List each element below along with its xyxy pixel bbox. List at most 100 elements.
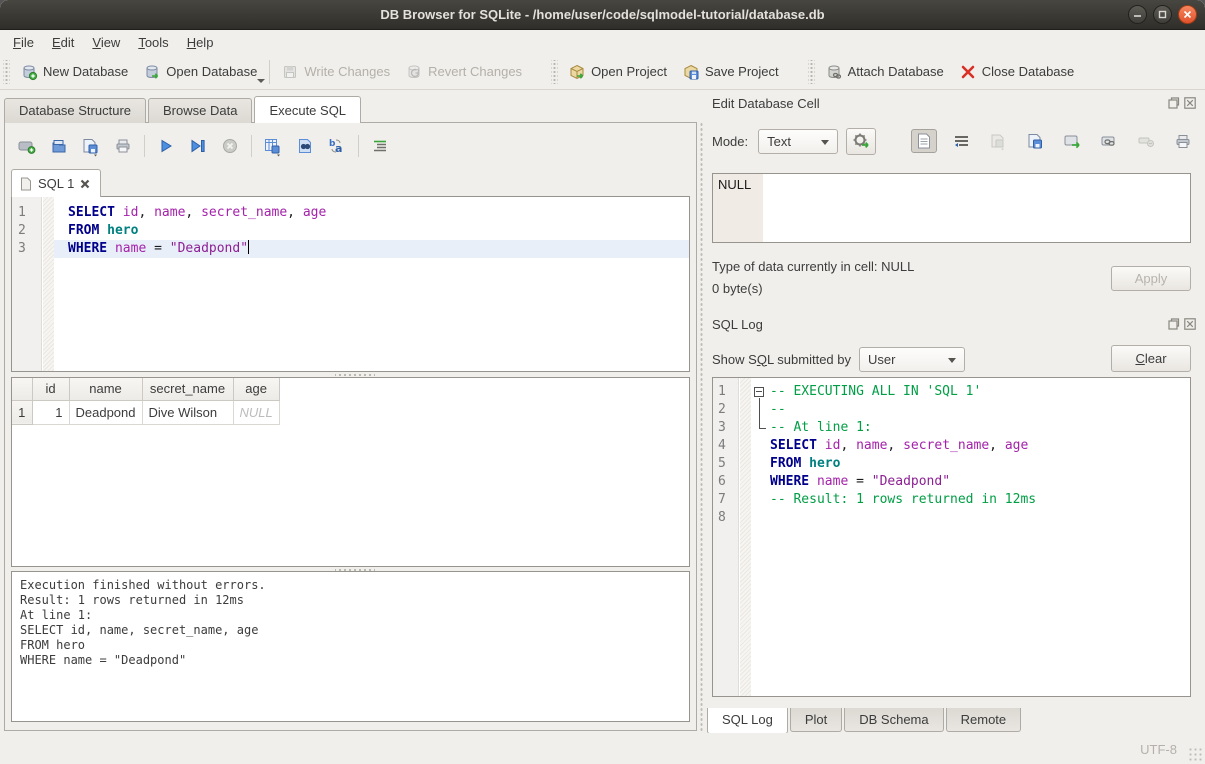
float-dock-button[interactable] — [1167, 317, 1180, 330]
open-sql-file-icon — [51, 138, 67, 154]
word-wrap-button[interactable] — [948, 129, 974, 153]
menu-help[interactable]: Help — [178, 32, 223, 53]
open-project-button[interactable]: Open Project — [561, 59, 675, 85]
sql-log-view[interactable]: 1 -- EXECUTING ALL IN 'SQL 1' 2 -- 3 -- … — [712, 377, 1191, 697]
close-button[interactable] — [1178, 5, 1197, 24]
float-dock-icon — [1168, 318, 1180, 330]
menu-view[interactable]: View — [83, 32, 129, 53]
print-sql-icon — [115, 138, 131, 154]
cell-name[interactable]: Deadpond — [69, 400, 142, 424]
clear-button[interactable]: Clear — [1111, 345, 1191, 372]
sql-file-tab[interactable]: SQL 1 — [11, 169, 101, 197]
resize-grip[interactable] — [1188, 747, 1202, 761]
open-database-icon — [144, 64, 160, 80]
export-results-icon — [264, 138, 282, 155]
set-null-button[interactable] — [1133, 129, 1159, 153]
open-external-button[interactable] — [1059, 129, 1085, 153]
maximize-button[interactable] — [1153, 5, 1172, 24]
attach-database-icon — [826, 64, 842, 80]
save-project-button[interactable]: Save Project — [675, 59, 787, 85]
cell-secret-name[interactable]: Dive Wilson — [142, 400, 233, 424]
attach-database-label: Attach Database — [848, 64, 944, 79]
apply-button[interactable]: Apply — [1111, 266, 1191, 291]
auto-apply-button[interactable] — [846, 128, 876, 155]
new-database-button[interactable]: New Database — [13, 59, 136, 85]
open-database-button[interactable]: Open Database — [136, 59, 265, 85]
set-null-icon — [1138, 135, 1154, 147]
find-button[interactable] — [291, 133, 319, 159]
results-grid[interactable]: id name secret_name age 1 1 Deadpond Div… — [11, 377, 690, 567]
submitted-by-select[interactable]: User — [859, 347, 965, 372]
tab-browse-data[interactable]: Browse Data — [148, 98, 252, 123]
float-dock-icon — [1168, 97, 1180, 109]
sql-editor[interactable]: 1 SELECT id, name, secret_name, age 2 FR… — [11, 196, 690, 372]
attach-database-button[interactable]: Attach Database — [818, 59, 952, 85]
row-header[interactable]: 1 — [12, 400, 32, 424]
tab-sql-log[interactable]: SQL Log — [707, 708, 788, 734]
toolbar-drag-handle[interactable] — [3, 60, 10, 84]
execution-message-box[interactable]: Execution finished without errors. Resul… — [11, 571, 690, 722]
copy-link-button[interactable] — [1096, 129, 1122, 153]
close-dock-button[interactable] — [1183, 317, 1196, 330]
sql-document-icon — [20, 177, 32, 191]
export-results-button[interactable] — [259, 133, 287, 159]
stop-button[interactable] — [216, 133, 244, 159]
text-mode-button[interactable] — [911, 129, 937, 153]
open-database-dropdown-icon[interactable] — [257, 79, 265, 83]
title-bar[interactable]: DB Browser for SQLite - /home/user/code/… — [0, 0, 1205, 30]
log-line: 7 -- Result: 1 rows returned in 12ms — [713, 491, 1190, 509]
tab-plot[interactable]: Plot — [790, 708, 842, 732]
menu-edit[interactable]: Edit — [43, 32, 83, 53]
table-row: 1 1 Deadpond Dive Wilson NULL — [12, 400, 279, 424]
cell-editor[interactable]: NULL — [712, 173, 1191, 243]
close-database-label: Close Database — [982, 64, 1075, 79]
column-header-name[interactable]: name — [69, 378, 142, 400]
open-sql-tab-button[interactable] — [13, 133, 41, 159]
menu-tools[interactable]: Tools — [129, 32, 177, 53]
float-dock-button[interactable] — [1167, 96, 1180, 109]
mode-select[interactable]: Text — [758, 129, 838, 154]
column-header-secret-name[interactable]: secret_name — [142, 378, 233, 400]
close-dock-button[interactable] — [1183, 96, 1196, 109]
corner-header[interactable] — [12, 378, 32, 400]
cell-id[interactable]: 1 — [32, 400, 69, 424]
tab-remote[interactable]: Remote — [946, 708, 1022, 732]
column-header-age[interactable]: age — [233, 378, 279, 400]
save-sql-file-icon — [82, 138, 100, 155]
new-database-icon — [21, 64, 37, 80]
open-sql-file-button[interactable] — [45, 133, 73, 159]
execute-line-button[interactable] — [184, 133, 212, 159]
column-header-id[interactable]: id — [32, 378, 69, 400]
chevron-down-icon — [948, 358, 956, 363]
main-splitter[interactable] — [699, 122, 704, 731]
tab-execute-sql[interactable]: Execute SQL — [254, 96, 361, 123]
print-cell-button[interactable] — [1170, 129, 1196, 153]
format-sql-button[interactable] — [366, 133, 394, 159]
cell-age[interactable]: NULL — [233, 400, 279, 424]
window-title: DB Browser for SQLite - /home/user/code/… — [0, 7, 1205, 22]
menu-file[interactable]: File — [4, 32, 43, 53]
revert-changes-button[interactable]: Revert Changes — [398, 59, 530, 85]
encoding-indicator: UTF-8 — [1140, 742, 1177, 757]
fold-collapse-icon[interactable] — [751, 383, 768, 401]
save-sql-file-button[interactable] — [77, 133, 105, 159]
mode-value: Text — [767, 134, 791, 149]
log-line: 4 SELECT id, name, secret_name, age — [713, 437, 1190, 455]
print-sql-button[interactable] — [109, 133, 137, 159]
close-database-button[interactable]: Close Database — [952, 59, 1083, 85]
close-tab-icon[interactable] — [80, 179, 90, 189]
menu-bar: File Edit View Tools Help — [0, 30, 1205, 54]
execute-all-button[interactable] — [152, 133, 180, 159]
find-replace-button[interactable]: b a — [323, 133, 351, 159]
close-dock-icon — [1184, 97, 1196, 109]
import-data-button[interactable] — [985, 129, 1011, 153]
tab-db-schema[interactable]: DB Schema — [844, 708, 943, 732]
find-icon — [297, 138, 313, 154]
open-sql-tab-icon — [18, 138, 36, 154]
toolbar-drag-handle[interactable] — [551, 60, 558, 84]
minimize-button[interactable] — [1128, 5, 1147, 24]
toolbar-drag-handle[interactable] — [808, 60, 815, 84]
export-data-button[interactable] — [1022, 129, 1048, 153]
tab-database-structure[interactable]: Database Structure — [4, 98, 146, 123]
write-changes-button[interactable]: Write Changes — [274, 59, 398, 85]
